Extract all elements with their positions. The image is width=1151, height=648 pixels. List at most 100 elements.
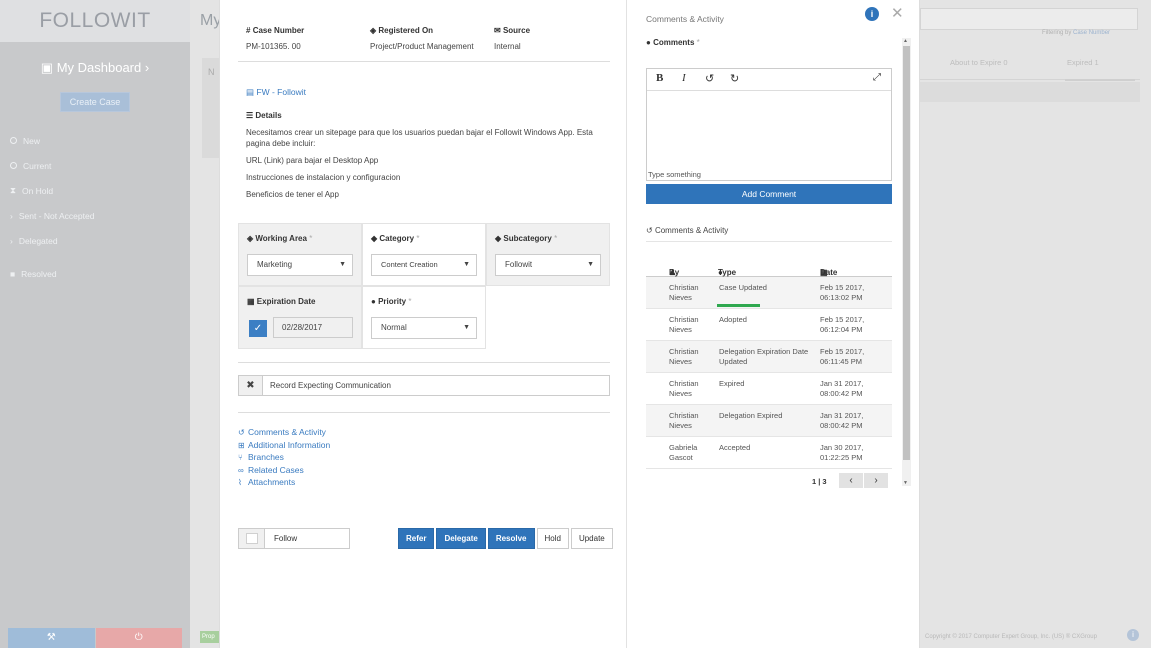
details-line: Necesitamos crear un sitepage para que l… — [246, 128, 593, 148]
required-mark: * — [696, 38, 700, 47]
category-label: Category — [379, 234, 415, 243]
divider — [238, 412, 610, 413]
info-circle-icon: ● — [371, 297, 376, 306]
working-area-label: Working Area — [255, 234, 307, 243]
tag-icon: ◆ — [371, 234, 378, 243]
tab-expired[interactable]: Expired 1 — [1065, 58, 1135, 81]
filter-link[interactable]: Case Number — [1073, 30, 1110, 36]
caret-down-icon: ▼ — [463, 324, 470, 331]
caret-down-icon: ▼ — [587, 261, 594, 268]
chevron-right-icon: › — [10, 210, 13, 221]
subcategory-select[interactable]: Followit ▼ — [495, 254, 601, 276]
link-comments-activity[interactable]: ↺ Comments & Activity — [238, 427, 330, 440]
expiration-checkbox[interactable]: ✓ — [249, 320, 267, 337]
scroll-up-icon[interactable]: ▲ — [903, 38, 908, 44]
activity-title: Comments & Activity — [654, 226, 729, 235]
tab-about-to-expire[interactable]: About to Expire 0 — [950, 58, 1008, 67]
fw-link-label: FW - Followit — [256, 87, 306, 97]
case-details-pane: # Case Number PM-101365. 00 ◈ Registered… — [220, 0, 626, 648]
close-icon[interactable]: ✕ — [891, 4, 904, 22]
table-row: Christian Nieves Expired Jan 31 2017, 08… — [646, 373, 892, 405]
dashboard-link[interactable]: ▣ My Dashboard › — [0, 60, 190, 76]
update-button[interactable]: Update — [570, 528, 613, 549]
sidebar-item-new[interactable]: New — [0, 128, 190, 153]
sidebar-item-label: New — [23, 135, 41, 146]
resolve-button[interactable]: Resolve — [487, 528, 535, 549]
table-row: Gabriela Gascot Accepted Jan 30 2017, 01… — [646, 437, 892, 469]
link-branches[interactable]: ⑂ Branches — [238, 452, 330, 465]
sidebar-item-sent-not-accepted[interactable]: › Sent - Not Accepted — [0, 203, 190, 228]
tab-count: 0 — [1003, 58, 1008, 67]
chevron-left-icon[interactable]: ‹ — [839, 473, 863, 488]
chevron-right-icon[interactable]: › — [864, 473, 888, 488]
create-case-button[interactable]: Create Case — [60, 92, 130, 112]
comment-editor[interactable]: B I ↺ ↻ ⤢ Type something — [646, 68, 892, 181]
list-icon: ☰ — [246, 111, 254, 120]
category-select[interactable]: Content Creation ▼ — [371, 254, 477, 276]
priority-value: Normal — [381, 323, 407, 332]
power-icon[interactable]: ⏻ — [95, 628, 182, 648]
link-attachments[interactable]: ⌇ Attachments — [238, 477, 330, 490]
expiration-date-input[interactable]: 02/28/2017 — [273, 317, 353, 338]
scrollbar[interactable]: ▲ ▼ — [902, 38, 911, 486]
logo: FOLLOWIT — [39, 9, 151, 32]
priority-select[interactable]: Normal ▼ — [371, 317, 477, 339]
divider — [238, 362, 610, 363]
expand-icon[interactable]: ⤢ — [873, 72, 881, 83]
sidebar-item-current[interactable]: Current — [0, 153, 190, 178]
envelope-icon: ✉ — [494, 26, 501, 35]
tags-icon: ◆ — [495, 234, 502, 243]
activity-heading: ↺ Comments & Activity — [646, 226, 728, 235]
info-icon[interactable]: i — [865, 7, 879, 21]
scroll-down-icon[interactable]: ▼ — [903, 480, 908, 486]
tab-label: Expired — [1067, 58, 1093, 67]
registered-on-label: Registered On — [378, 26, 434, 35]
row-type: Delegation Expired — [719, 411, 783, 420]
bold-icon[interactable]: B — [656, 72, 663, 84]
close-icon[interactable]: ✖ — [239, 376, 263, 395]
info-icon[interactable]: i — [1127, 629, 1139, 641]
pagination: 1 | 3 ‹ › — [646, 472, 892, 488]
expiration-date-field: ▦ Expiration Date ✓ 02/28/2017 — [238, 286, 362, 349]
row-by: Christian Nieves — [669, 411, 699, 430]
redo-icon[interactable]: ↻ — [730, 72, 739, 85]
working-area-select[interactable]: Marketing ▼ — [247, 254, 353, 276]
category-field: ◆ Category * Content Creation ▼ — [362, 223, 486, 286]
sidebar-menu: New Current ⧗ On Hold › Sent - Not Accepte… — [0, 128, 190, 286]
follow-checkbox[interactable] — [239, 529, 265, 548]
refer-button[interactable]: Refer — [398, 528, 435, 549]
row-type: Expired — [719, 379, 745, 388]
scrollbar-thumb[interactable] — [903, 46, 910, 460]
cube-icon: ◈ — [247, 234, 254, 243]
sidebar-item-delegated[interactable]: › Delegated — [0, 228, 190, 253]
sidebar-item-resolved[interactable]: ■ Resolved — [0, 261, 190, 286]
link-related-cases[interactable]: ∞ Related Cases — [238, 465, 330, 478]
sidebar-item-on-hold[interactable]: ⧗ On Hold — [0, 178, 190, 203]
add-comment-button[interactable]: Add Comment — [646, 184, 892, 204]
subcategory-field: ◆ Subcategory * Followit ▼ — [486, 223, 610, 286]
table-row: Christian Nieves Adopted Feb 15 2017, 06… — [646, 309, 892, 341]
column-label: By — [669, 268, 680, 277]
wrench-icon[interactable]: ⚒ — [8, 628, 95, 648]
undo-icon[interactable]: ↺ — [705, 72, 714, 85]
hash-icon: # — [246, 26, 251, 35]
filter-search-bar[interactable] — [920, 8, 1138, 30]
page-indicator: 1 | 3 — [812, 477, 827, 486]
fw-link[interactable]: ▤ FW - Followit — [246, 87, 306, 98]
filter-label: Filtering by Case Number — [1042, 30, 1110, 36]
follow-toggle[interactable]: Follow — [238, 528, 350, 549]
italic-icon[interactable]: I — [682, 72, 686, 84]
link-label: Comments & Activity — [248, 427, 326, 437]
hourglass-icon: ⧗ — [10, 185, 16, 195]
history-icon: ↺ — [646, 226, 653, 235]
sidebar-item-label: Resolved — [21, 268, 57, 279]
sidebar: FOLLOWIT ▣ My Dashboard › Create Case Ne… — [0, 0, 190, 648]
comments-label: Comments — [653, 38, 695, 47]
branch-icon: ⑂ — [238, 453, 243, 462]
comments-heading: ● Comments * — [646, 38, 700, 47]
delegate-button[interactable]: Delegate — [436, 528, 486, 549]
hold-button[interactable]: Hold — [536, 528, 569, 549]
link-additional-information[interactable]: ⊞ Additional Information — [238, 440, 330, 453]
sidebar-bottom-bar: ⚒ ⏻ — [8, 628, 182, 648]
table-row: Christian Nieves Delegation Expiration D… — [646, 341, 892, 373]
